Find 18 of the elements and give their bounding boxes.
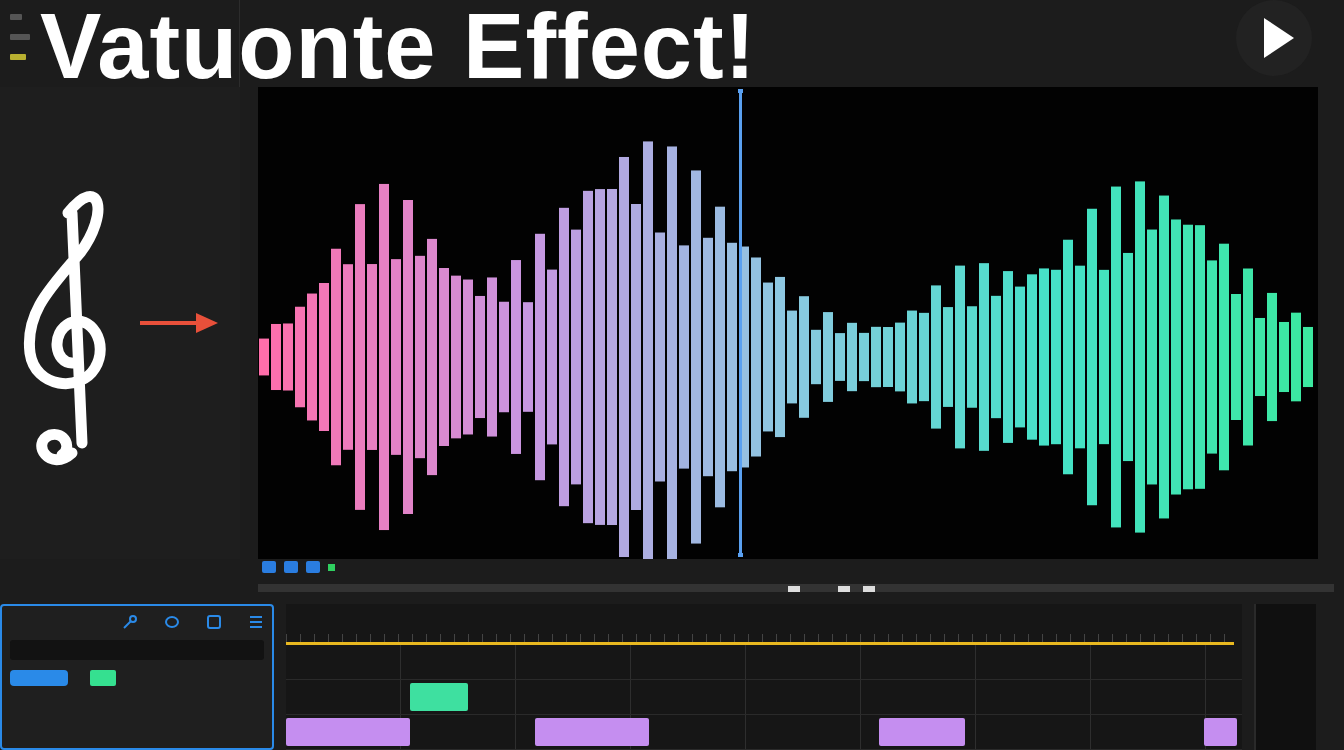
scroll-bar[interactable] (258, 583, 1334, 592)
save-icon[interactable] (206, 614, 222, 630)
audio-clip[interactable] (1203, 718, 1238, 746)
toggle-button[interactable] (10, 670, 68, 686)
toolbar-icon[interactable] (284, 561, 298, 574)
toolbar-icon[interactable] (306, 561, 320, 574)
audio-clip[interactable] (286, 718, 411, 746)
audio-clip[interactable] (410, 683, 468, 711)
audio-clip[interactable] (534, 718, 650, 746)
menu-icon[interactable] (248, 614, 264, 630)
arrow-icon (140, 313, 220, 334)
status-icon (328, 563, 335, 571)
playhead[interactable] (738, 89, 743, 558)
loop-icon[interactable] (164, 614, 180, 630)
key-icon[interactable] (122, 614, 138, 630)
audio-clip[interactable] (878, 718, 965, 746)
toolbar-icon[interactable] (262, 561, 276, 574)
headline: Vatuonte Effect! (40, 0, 757, 99)
